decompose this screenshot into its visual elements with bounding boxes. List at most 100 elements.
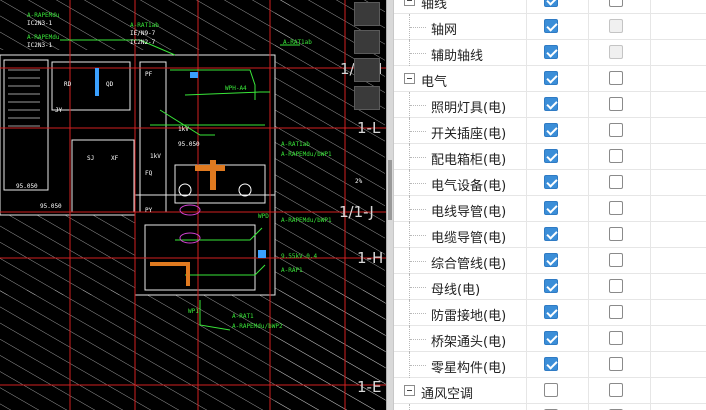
layer-name-cell: 通风空调 xyxy=(394,378,527,404)
layer-name-cell: 轴线 xyxy=(394,0,527,14)
layer-label: 零星构件(电) xyxy=(431,361,507,376)
visible-cell xyxy=(527,326,589,352)
visible-cell xyxy=(527,144,589,170)
tree-branch xyxy=(410,53,426,54)
visible-checkbox[interactable] xyxy=(544,305,558,319)
visible-checkbox[interactable] xyxy=(544,279,558,293)
svg-text:A-RAP1: A-RAP1 xyxy=(281,267,303,274)
svg-text:1/1-J: 1/1-J xyxy=(339,203,374,221)
lock-cell xyxy=(589,14,651,40)
layer-group-row[interactable]: 轴线 xyxy=(394,0,706,14)
tree-branch xyxy=(410,287,426,288)
view-toolbar xyxy=(352,0,382,112)
pan-icon[interactable] xyxy=(354,86,380,110)
visible-cell xyxy=(527,0,589,14)
layer-name-cell: 零星构件(电) xyxy=(394,352,527,378)
lock-checkbox[interactable] xyxy=(609,305,623,319)
visible-checkbox[interactable] xyxy=(544,201,558,215)
svg-text:A-RAT1ab: A-RAT1ab xyxy=(281,141,310,148)
layer-group-row[interactable]: 电气 xyxy=(394,66,706,92)
tree-branch xyxy=(410,339,426,340)
layer-tree-panel: 轴线轴网辅助轴线 电气照明灯具(电) 开关插座(电) 配电箱柜(电) 电气设备(电) 电线… xyxy=(394,0,706,410)
visible-checkbox[interactable] xyxy=(544,383,558,397)
tree-branch xyxy=(410,157,426,158)
layer-row[interactable]: 桥架通头(电) xyxy=(394,326,706,352)
layer-row[interactable]: 电气设备(电) xyxy=(394,170,706,196)
visible-cell xyxy=(527,118,589,144)
tree-branch xyxy=(410,131,426,132)
visible-checkbox[interactable] xyxy=(544,71,558,85)
tree-branch xyxy=(410,105,426,106)
tree-branch xyxy=(410,235,426,236)
lock-checkbox[interactable] xyxy=(609,201,623,215)
layer-row[interactable]: 防雷接地(电) xyxy=(394,300,706,326)
collapse-icon[interactable] xyxy=(404,0,415,6)
visible-checkbox[interactable] xyxy=(544,149,558,163)
layer-name-cell: 轴网 xyxy=(394,14,527,40)
layer-row[interactable]: 零星构件(电) xyxy=(394,352,706,378)
lock-checkbox[interactable] xyxy=(609,149,623,163)
layer-label: 电气设备(电) xyxy=(431,179,507,194)
layer-row[interactable]: 轴网 xyxy=(394,14,706,40)
lock-checkbox[interactable] xyxy=(609,97,623,111)
layer-label: 防雷接地(电) xyxy=(431,309,507,324)
visible-cell xyxy=(527,404,589,410)
layer-row[interactable]: 照明灯具(电) xyxy=(394,92,706,118)
lock-checkbox xyxy=(609,19,623,33)
svg-text:95.050: 95.050 xyxy=(40,203,62,210)
lock-checkbox[interactable] xyxy=(609,331,623,345)
panel-splitter[interactable] xyxy=(386,0,394,410)
layer-group-row[interactable]: 通风空调 xyxy=(394,378,706,404)
layer-row[interactable]: 开关插座(电) xyxy=(394,118,706,144)
layer-row[interactable]: 母线(电) xyxy=(394,274,706,300)
orbit-icon[interactable] xyxy=(354,30,380,54)
layer-label: 轴网 xyxy=(431,23,458,38)
visible-checkbox[interactable] xyxy=(544,331,558,345)
visible-checkbox[interactable] xyxy=(544,97,558,111)
splitter-grip[interactable] xyxy=(388,160,392,220)
visible-checkbox[interactable] xyxy=(544,123,558,137)
collapse-icon[interactable] xyxy=(404,385,415,396)
visible-checkbox[interactable] xyxy=(544,0,558,7)
tree-branch xyxy=(410,261,426,262)
layer-row[interactable]: 配电箱柜(电) xyxy=(394,144,706,170)
zoom-icon[interactable] xyxy=(354,58,380,82)
collapse-icon[interactable] xyxy=(404,73,415,84)
lock-checkbox[interactable] xyxy=(609,71,623,85)
layer-row[interactable]: 电缆导管(电) xyxy=(394,222,706,248)
lock-checkbox[interactable] xyxy=(609,357,623,371)
svg-text:A-RAT1: A-RAT1 xyxy=(232,313,254,320)
layer-label: 电缆导管(电) xyxy=(431,231,507,246)
visible-checkbox[interactable] xyxy=(544,175,558,189)
svg-text:WPD: WPD xyxy=(258,213,269,220)
layer-row[interactable]: 电线导管(电) xyxy=(394,196,706,222)
tree-line xyxy=(409,404,411,410)
svg-text:IC2N3-1: IC2N3-1 xyxy=(27,20,53,27)
cad-canvas[interactable]: A-RAPEMdu IC2N3-1 A-RAPEMdu IC2N3-1 A-RA… xyxy=(0,0,388,410)
visible-checkbox[interactable] xyxy=(544,45,558,59)
layer-row[interactable] xyxy=(394,404,706,410)
visible-checkbox[interactable] xyxy=(544,19,558,33)
lock-checkbox[interactable] xyxy=(609,123,623,137)
nav-cube-icon[interactable] xyxy=(354,2,380,26)
lock-checkbox[interactable] xyxy=(609,383,623,397)
svg-text:SJ: SJ xyxy=(87,155,94,162)
visible-cell xyxy=(527,274,589,300)
lock-checkbox[interactable] xyxy=(609,175,623,189)
visible-checkbox[interactable] xyxy=(544,227,558,241)
layer-row[interactable]: 综合管线(电) xyxy=(394,248,706,274)
layer-row[interactable]: 辅助轴线 xyxy=(394,40,706,66)
visible-checkbox[interactable] xyxy=(544,253,558,267)
lock-checkbox[interactable] xyxy=(609,253,623,267)
visible-checkbox[interactable] xyxy=(544,357,558,371)
layer-name-cell: 开关插座(电) xyxy=(394,118,527,144)
lock-checkbox[interactable] xyxy=(609,279,623,293)
svg-text:1-L: 1-L xyxy=(357,119,381,137)
lock-checkbox[interactable] xyxy=(609,0,623,7)
layer-name-cell: 电气设备(电) xyxy=(394,170,527,196)
lock-checkbox[interactable] xyxy=(609,227,623,241)
svg-text:RD: RD xyxy=(64,81,72,88)
layer-label: 轴线 xyxy=(421,0,448,12)
layer-label: 照明灯具(电) xyxy=(431,101,507,116)
svg-text:WP1: WP1 xyxy=(188,308,199,315)
